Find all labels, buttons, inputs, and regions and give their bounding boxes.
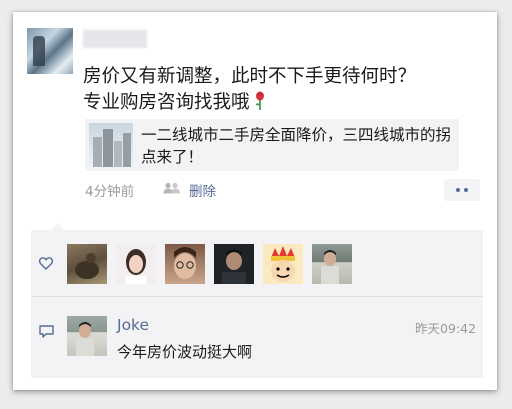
shared-article-card[interactable]: 一二线城市二手房全面降价，三四线城市的拐点来了！: [85, 119, 459, 171]
liker-avatar-6[interactable]: [312, 244, 352, 284]
girl-avatar-icon: [126, 249, 146, 284]
more-dot-icon: [456, 188, 460, 192]
comment-text[interactable]: 今年房价波动挺大啊: [117, 341, 252, 362]
man-dark-icon: [222, 249, 246, 284]
heart-outline-icon: [39, 257, 53, 270]
article-thumbnail: [89, 123, 133, 167]
comment-time: 昨天09:42: [415, 321, 477, 336]
comment-bubble-icon: [39, 325, 54, 338]
more-dot-icon: [464, 188, 468, 192]
liker-avatar-1[interactable]: [67, 244, 107, 284]
sculpture-icon: [75, 253, 99, 279]
comment-author[interactable]: Joke: [117, 316, 149, 334]
man-street-icon: [76, 322, 94, 356]
post-meta-row: 4分钟前 删除: [85, 179, 475, 200]
likes-comments-panel: Joke 昨天09:42 今年房价波动挺大啊: [31, 223, 483, 378]
liker-avatar-3[interactable]: [165, 244, 205, 284]
delete-button[interactable]: 删除: [189, 180, 216, 200]
visibility-people-icon: [163, 182, 180, 194]
poster-avatar[interactable]: [27, 28, 73, 74]
cartoon-king-icon: [271, 246, 295, 282]
panel-caret: [51, 223, 65, 230]
liker-avatar-2[interactable]: [116, 244, 156, 284]
post-text-line-2: 专业购房咨询找我哦: [83, 92, 250, 113]
liker-avatar-5[interactable]: [263, 244, 303, 284]
article-title: 一二线城市二手房全面降价，三四线城市的拐点来了！: [141, 126, 452, 166]
woman-glasses-icon: [174, 247, 196, 279]
man-street-icon: [321, 250, 339, 284]
post-time: 4分钟前: [85, 184, 135, 200]
moments-post-card: 房价又有新调整，此时不下手更待何时？ 专业购房咨询找我哦 一二线城市二手房全面降…: [13, 12, 497, 390]
post-text-line-2-wrap: 专业购房咨询找我哦: [83, 90, 483, 116]
post-text: 房价又有新调整，此时不下手更待何时？ 专业购房咨询找我哦: [83, 64, 483, 116]
panel-divider: [31, 296, 483, 297]
post-text-line-1: 房价又有新调整，此时不下手更待何时？: [83, 66, 417, 87]
poster-name-redacted[interactable]: [83, 30, 147, 48]
liker-avatar-4[interactable]: [214, 244, 254, 284]
more-actions-button[interactable]: [444, 179, 480, 201]
commenter-avatar[interactable]: [67, 316, 107, 356]
rose-emoji-icon: [255, 91, 264, 110]
